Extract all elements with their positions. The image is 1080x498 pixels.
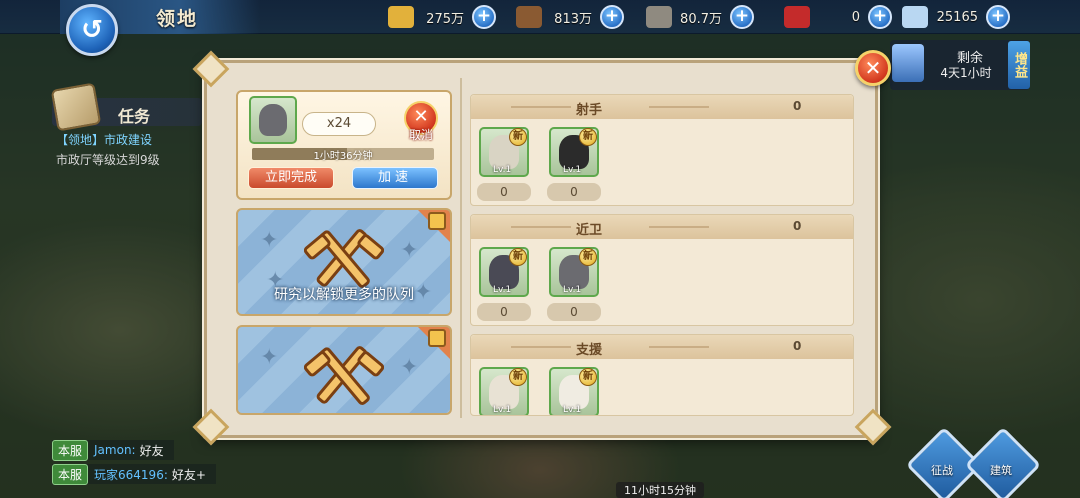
- add-resource-button[interactable]: +: [730, 5, 754, 29]
- category-name: 支援: [575, 343, 602, 358]
- unit-quantity: 0: [547, 303, 601, 321]
- conquest-label: 征战: [931, 464, 953, 477]
- star-icon: ✦: [260, 228, 279, 253]
- wheat-icon: [388, 6, 414, 28]
- close-icon: ✕: [413, 106, 429, 127]
- unit-quantity: 0: [477, 183, 531, 201]
- build-label: 建筑: [990, 464, 1012, 477]
- tools-icon: [304, 229, 384, 288]
- unit-level: Lv.1: [493, 165, 512, 175]
- task-title[interactable]: 【领地】市政建设: [56, 131, 152, 148]
- resource-value: 80.7万: [680, 11, 722, 27]
- close-dialog-button[interactable]: ✕: [855, 50, 891, 86]
- instant-complete-button[interactable]: 立即完成: [248, 167, 334, 189]
- add-resource-button[interactable]: +: [472, 5, 496, 29]
- star-icon: ✦: [400, 355, 419, 380]
- resource-value: 25165: [936, 9, 978, 25]
- unit-category: 射手 0 新 Lv.1 0 新 Lv.1 0: [470, 94, 854, 206]
- locked-queue-slot[interactable]: ✦ ✦: [236, 325, 452, 415]
- bottom-timer: 11小时15分钟: [616, 482, 704, 498]
- task-label: 任务: [118, 107, 151, 126]
- new-badge: 新: [509, 368, 527, 386]
- category-count: 0: [793, 99, 802, 113]
- resource-0: 275万 +: [388, 4, 496, 30]
- bonus-remaining-time: 4天1小时: [940, 66, 992, 80]
- resource-value: 0: [851, 9, 860, 25]
- unit-level: Lv.1: [563, 405, 582, 415]
- chat-message: 好友+: [171, 467, 206, 482]
- column-divider: [460, 78, 462, 418]
- lock-icon: [428, 329, 446, 347]
- unit-category: 近卫 0 新 Lv.1 0 新 Lv.1 0: [470, 214, 854, 326]
- chat-line[interactable]: 本服 玩家664196: 好友+: [52, 463, 216, 485]
- unit-category: 支援0新Lv.10新Lv.10: [470, 334, 854, 416]
- unit-level: Lv.1: [493, 405, 512, 415]
- add-resource-button[interactable]: +: [868, 5, 892, 29]
- chat-line[interactable]: 本服 Jamon: 好友: [52, 439, 174, 461]
- unit-level: Lv.1: [563, 165, 582, 175]
- chat-message: 好友: [139, 443, 164, 458]
- task-description: 市政厅等级达到9级: [56, 153, 160, 167]
- category-name: 近卫: [575, 223, 602, 238]
- unit-level: Lv.1: [563, 285, 582, 295]
- lock-icon: [428, 212, 446, 230]
- speed-up-button[interactable]: 加速: [352, 167, 438, 189]
- resource-3: 0 +: [784, 4, 892, 30]
- chat-sender: 玩家664196:: [94, 467, 168, 482]
- crystal-icon: [892, 44, 924, 82]
- stone-icon: [646, 6, 672, 28]
- unit-quantity: 0: [477, 303, 531, 321]
- resource-2: 80.7万 +: [646, 4, 754, 30]
- unit-quantity: 0: [547, 183, 601, 201]
- resource-1: 813万 +: [516, 4, 624, 30]
- tools-icon: [304, 346, 384, 405]
- close-icon: ✕: [864, 56, 882, 80]
- category-count: 0: [793, 219, 802, 233]
- new-badge: 新: [509, 248, 527, 266]
- star-icon: ✦: [260, 345, 279, 370]
- new-badge: 新: [579, 368, 597, 386]
- bonus-button[interactable]: 增益: [1008, 41, 1030, 89]
- diamond-icon: [902, 6, 928, 28]
- category-name: 射手: [575, 103, 602, 118]
- chat-sender: Jamon:: [94, 443, 136, 457]
- queued-unit-portrait: [249, 96, 297, 144]
- scroll-icon: [50, 82, 102, 132]
- add-resource-button[interactable]: +: [986, 5, 1010, 29]
- unit-level: Lv.1: [493, 285, 512, 295]
- helmet-icon: [258, 104, 288, 136]
- back-button[interactable]: ↺: [66, 4, 118, 56]
- new-badge: 新: [509, 128, 527, 146]
- server-tag: 本服: [52, 463, 89, 485]
- resource-value: 813万: [554, 11, 592, 27]
- wood-icon: [516, 6, 542, 28]
- server-tag: 本服: [52, 439, 89, 461]
- resource-value: 275万: [426, 11, 464, 27]
- new-badge: 新: [579, 248, 597, 266]
- back-arrow-icon: ↺: [81, 15, 103, 45]
- locked-queue-slot[interactable]: ✦ ✦ ✦ ✦ 研究以解锁更多的队列: [236, 208, 452, 316]
- category-count: 0: [793, 339, 802, 353]
- queue-time-left: 1小时36分钟: [313, 151, 373, 162]
- locked-slot-text: 研究以解锁更多的队列: [274, 287, 414, 303]
- resource-4: 25165 +: [902, 4, 1010, 30]
- ruby-icon: [784, 6, 810, 28]
- queue-count: x24: [302, 112, 376, 136]
- add-resource-button[interactable]: +: [600, 5, 624, 29]
- new-badge: 新: [579, 128, 597, 146]
- page-title: 领地: [156, 8, 199, 30]
- cancel-label: 取消: [408, 128, 433, 142]
- star-icon: ✦: [400, 238, 419, 263]
